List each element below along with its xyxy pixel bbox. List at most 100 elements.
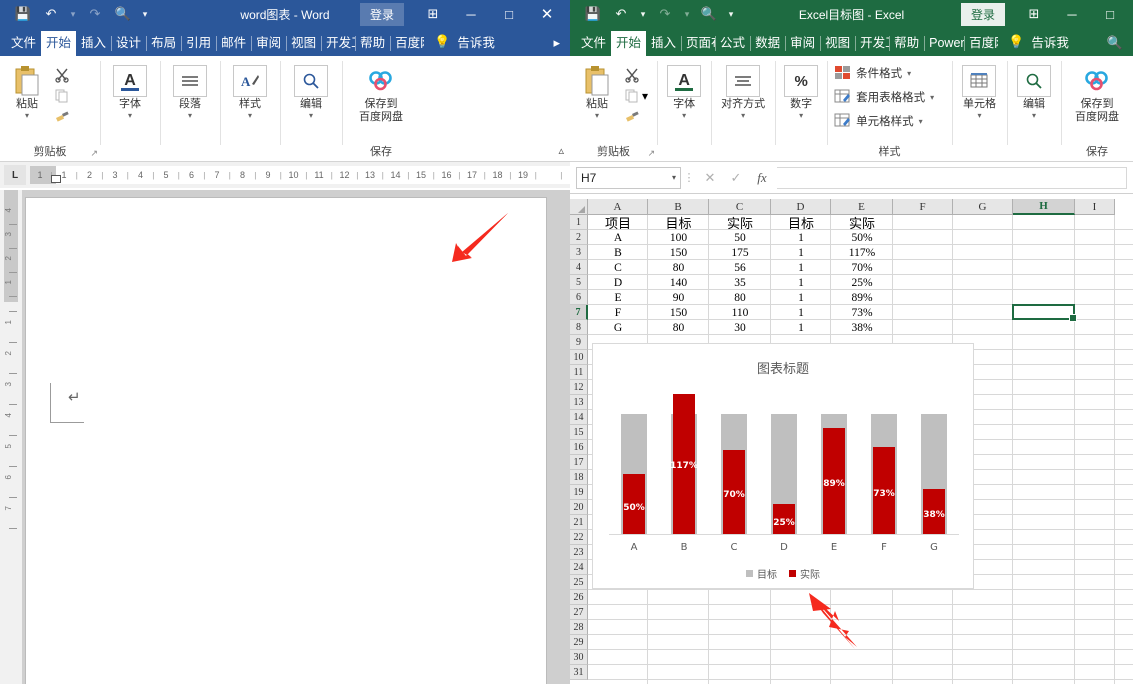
- tab-layout[interactable]: 布局: [146, 31, 181, 56]
- cell-C5[interactable]: 35: [709, 275, 771, 290]
- legend-item-实际[interactable]: 实际: [789, 566, 820, 581]
- clipboard-dialog-launcher[interactable]: ↗: [90, 148, 98, 159]
- row-header-4[interactable]: 4: [570, 260, 588, 275]
- paste-dropdown-caret[interactable]: ▾: [595, 111, 599, 120]
- row-header-20[interactable]: 20: [570, 500, 588, 515]
- redo-icon[interactable]: ↷: [652, 3, 678, 25]
- row-header-9[interactable]: 9: [570, 335, 588, 350]
- number-dropdown-caret[interactable]: ▾: [799, 111, 803, 120]
- print-preview-icon[interactable]: 🔍: [110, 3, 136, 25]
- cell-E1[interactable]: 实际: [831, 215, 893, 231]
- minimize-icon[interactable]: ─: [452, 0, 490, 28]
- row-header-26[interactable]: 26: [570, 590, 588, 605]
- column-header-g[interactable]: G: [953, 199, 1013, 215]
- copy-button[interactable]: ▾: [622, 86, 650, 105]
- format-as-table-button[interactable]: 套用表格格式 ▾: [831, 85, 937, 109]
- cell-B1[interactable]: 目标: [648, 215, 709, 231]
- row-header-1[interactable]: 1: [570, 215, 588, 230]
- cell-E3[interactable]: 117%: [831, 245, 893, 260]
- cell-A4[interactable]: C: [588, 260, 648, 275]
- cell-A7[interactable]: F: [588, 305, 648, 320]
- maximize-icon[interactable]: □: [490, 0, 528, 28]
- excel-worksheet-grid[interactable]: ABCDEFGHI 1 2 3 4 5 6 7 8 9 10 11 12 13 14 15 16 17 18 19 2…: [570, 199, 1133, 684]
- sign-in-button[interactable]: 登录: [359, 2, 404, 26]
- cell-D7[interactable]: 1: [771, 305, 831, 320]
- cell-B4[interactable]: 80: [648, 260, 709, 275]
- row-header-14[interactable]: 14: [570, 410, 588, 425]
- cell-E5[interactable]: 25%: [831, 275, 893, 290]
- tab-formulas[interactable]: 公式: [715, 31, 750, 56]
- editing-button[interactable]: 编辑 ▾: [1011, 62, 1057, 120]
- tab-power-pivot[interactable]: Power Pivot: [924, 31, 964, 56]
- styles-dropdown-caret[interactable]: ▾: [248, 111, 252, 120]
- undo-icon[interactable]: ↶: [38, 3, 64, 25]
- copy-button[interactable]: [52, 86, 72, 105]
- font-dropdown-caret[interactable]: ▾: [682, 111, 686, 120]
- column-header-f[interactable]: F: [893, 199, 953, 215]
- chevron-down-icon[interactable]: ▾: [930, 93, 934, 102]
- row-header-11[interactable]: 11: [570, 365, 588, 380]
- column-header-i[interactable]: I: [1075, 199, 1115, 215]
- row-header-8[interactable]: 8: [570, 320, 588, 335]
- row-header-21[interactable]: 21: [570, 515, 588, 530]
- undo-icon[interactable]: ↶: [608, 3, 634, 25]
- legend-item-目标[interactable]: 目标: [746, 566, 777, 581]
- chart-legend[interactable]: 目标 实际: [593, 566, 973, 581]
- save-icon[interactable]: 💾: [580, 3, 606, 25]
- row-header-13[interactable]: 13: [570, 395, 588, 410]
- row-header-27[interactable]: 27: [570, 605, 588, 620]
- tab-view[interactable]: 视图: [286, 31, 321, 56]
- cell-C1[interactable]: 实际: [709, 215, 771, 231]
- row-header-29[interactable]: 29: [570, 635, 588, 650]
- chart-title[interactable]: 图表标题: [593, 358, 973, 377]
- maximize-icon[interactable]: □: [1091, 0, 1129, 28]
- left-indent-marker[interactable]: [51, 175, 61, 183]
- tab-home[interactable]: 开始: [41, 30, 77, 56]
- tab-design[interactable]: 设计: [111, 31, 146, 56]
- excel-chart-object[interactable]: 图表标题 50% A 117% B 70% C 25% D 89% E 73% F 38% G 目标 实际: [592, 343, 974, 589]
- cell-E2[interactable]: 50%: [831, 230, 893, 245]
- close-icon[interactable]: ✕: [528, 0, 566, 28]
- cell-B2[interactable]: 100: [648, 230, 709, 245]
- cell-D5[interactable]: 1: [771, 275, 831, 290]
- formula-input[interactable]: [777, 166, 1127, 189]
- cell-A2[interactable]: A: [588, 230, 648, 245]
- ribbon-display-options-icon[interactable]: ⊞: [1015, 0, 1053, 28]
- row-header-23[interactable]: 23: [570, 545, 588, 560]
- row-header-17[interactable]: 17: [570, 455, 588, 470]
- row-header-6[interactable]: 6: [570, 290, 588, 305]
- row-header-7[interactable]: 7: [570, 305, 588, 320]
- tab-view[interactable]: 视图: [820, 31, 855, 56]
- word-vertical-ruler[interactable]: 4 3 2 1 1 2 3 4 5 6 7: [0, 190, 22, 684]
- tab-page-layout[interactable]: 页面布局: [681, 31, 715, 56]
- cell-E8[interactable]: 38%: [831, 320, 893, 335]
- row-header-18[interactable]: 18: [570, 470, 588, 485]
- word-page[interactable]: ↵: [26, 198, 546, 684]
- search-icon[interactable]: 🔍: [1101, 33, 1129, 56]
- tab-file[interactable]: 文件: [6, 31, 41, 56]
- copy-dropdown-caret[interactable]: ▾: [642, 89, 648, 103]
- tab-insert[interactable]: 插入: [76, 31, 111, 56]
- row-header-22[interactable]: 22: [570, 530, 588, 545]
- column-header-h[interactable]: H: [1013, 199, 1075, 215]
- clipboard-dialog-launcher[interactable]: ↗: [648, 148, 656, 159]
- tab-developer[interactable]: 开发工具: [321, 31, 355, 56]
- undo-dropdown-icon[interactable]: ▾: [636, 3, 650, 25]
- cell-B7[interactable]: 150: [648, 305, 709, 320]
- select-all-corner[interactable]: [570, 199, 588, 215]
- undo-dropdown-icon[interactable]: ▾: [66, 3, 80, 25]
- cell-D3[interactable]: 1: [771, 245, 831, 260]
- row-header-24[interactable]: 24: [570, 560, 588, 575]
- cell-D6[interactable]: 1: [771, 290, 831, 305]
- word-page-scroll-area[interactable]: ↵: [22, 190, 570, 684]
- tab-baidu-netdisk[interactable]: 百度网盘: [390, 31, 424, 56]
- tab-references[interactable]: 引用: [181, 31, 216, 56]
- cell-A3[interactable]: B: [588, 245, 648, 260]
- cell-B5[interactable]: 140: [648, 275, 709, 290]
- cancel-x-icon[interactable]: ✕: [697, 167, 723, 189]
- number-button[interactable]: % 数字 ▾: [779, 62, 823, 120]
- tab-mailings[interactable]: 邮件: [216, 31, 251, 56]
- cell-A6[interactable]: E: [588, 290, 648, 305]
- row-header-30[interactable]: 30: [570, 650, 588, 665]
- tab-help[interactable]: 帮助: [889, 31, 924, 56]
